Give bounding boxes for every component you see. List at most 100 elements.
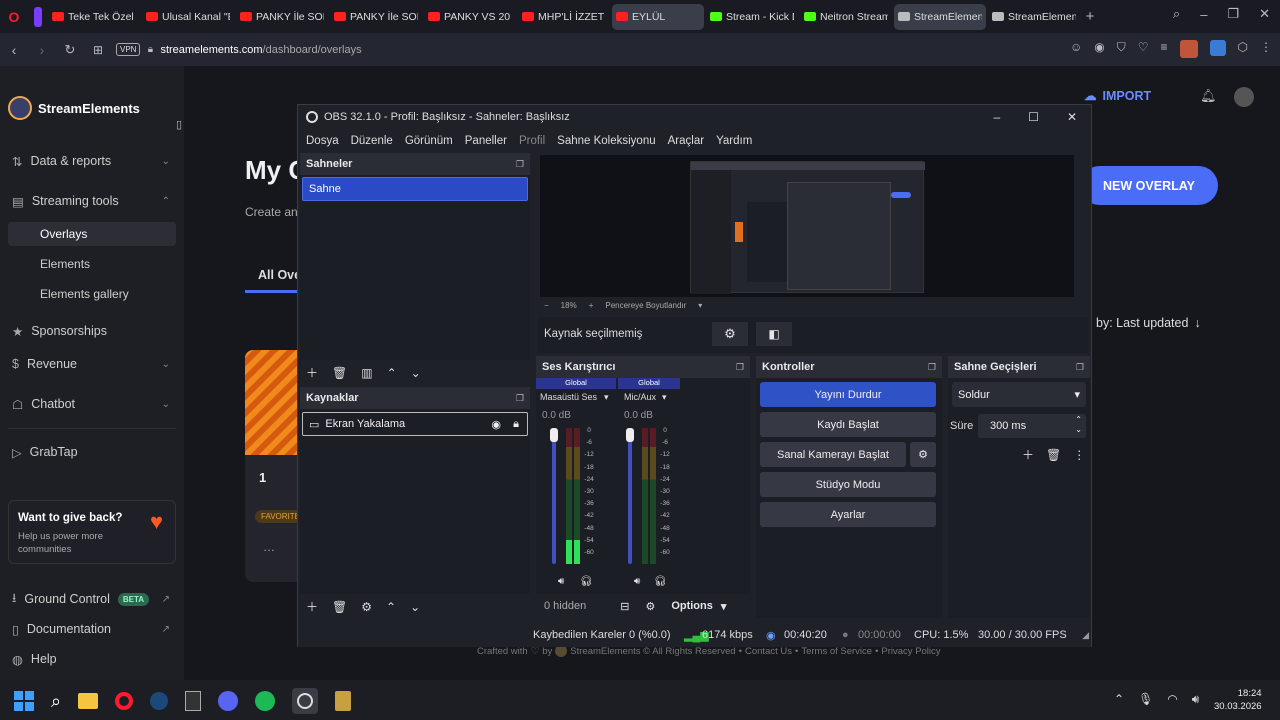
undock-icon[interactable]: ❐	[516, 159, 524, 170]
layout-icon[interactable]: ⊟	[620, 600, 629, 613]
options-dropdown[interactable]: Options ▾	[671, 600, 726, 613]
tabs-grid-icon[interactable]: ⊞	[84, 43, 112, 57]
search-icon[interactable]: ⌕	[51, 691, 61, 712]
more-icon[interactable]: ⋮	[1073, 448, 1085, 462]
headphone-icon[interactable]: 🎧︎	[580, 576, 593, 587]
browser-tab[interactable]: Stream - Kick D	[706, 4, 798, 30]
nav-data-reports[interactable]: ⇅ Data & reports ⌄	[12, 149, 178, 173]
forward-icon[interactable]: ›	[28, 42, 56, 58]
virtual-camera-settings-button[interactable]: ⚙	[910, 442, 936, 467]
overlay-card[interactable]: 1 FAVORITE …	[245, 350, 305, 582]
obs-menu-item[interactable]: Dosya	[306, 135, 339, 147]
spin-up-icon[interactable]: ⌃	[1075, 415, 1082, 424]
obs-taskbar-icon[interactable]	[292, 688, 319, 714]
nav-elements[interactable]: Elements	[8, 252, 176, 276]
zoom-in-icon[interactable]: +	[589, 301, 594, 310]
browser-tab[interactable]: PANKY VS 20 H	[424, 4, 516, 30]
volume-handle[interactable]	[550, 428, 558, 442]
discord-icon[interactable]	[218, 691, 239, 711]
obs-menu-item[interactable]: Paneller	[465, 135, 507, 147]
shield-icon[interactable]: ⛉	[1117, 40, 1126, 58]
profile-avatar[interactable]	[1179, 40, 1198, 58]
down-icon[interactable]: ⌄	[410, 600, 420, 614]
browser-tab[interactable]: Neitron Stream	[800, 4, 892, 30]
search-tabs-icon[interactable]: ⌕	[1173, 6, 1180, 22]
trash-icon[interactable]: 🗑︎	[1046, 448, 1061, 462]
give-back-card[interactable]: Want to give back? Help us power more co…	[8, 500, 176, 564]
source-item[interactable]: ▭ Ekran Yakalama ◉ 🔒︎	[302, 412, 528, 436]
undock-icon[interactable]: ❐	[516, 393, 524, 404]
extensions-icon[interactable]: ⬡	[1238, 40, 1248, 58]
volume-slider[interactable]	[628, 428, 632, 564]
obs-menu-item[interactable]: Araçlar	[668, 135, 704, 147]
browser-tab[interactable]: EYLÜL	[612, 3, 704, 30]
up-icon[interactable]: ⌃	[386, 600, 396, 614]
steam-icon[interactable]	[150, 692, 169, 710]
zoom-out-icon[interactable]: −	[544, 301, 549, 310]
speaker-icon[interactable]: 🔊︎	[558, 576, 564, 587]
nav-documentation[interactable]: ▯ Documentation ↗	[12, 617, 178, 641]
stop-stream-button[interactable]: Yayını Durdur	[760, 382, 936, 407]
fit-to-window[interactable]: Pencereye Boyutlandır	[605, 301, 686, 310]
tray-chevron-icon[interactable]: ⌃	[1114, 692, 1124, 707]
url-field[interactable]: streamelements.com/dashboard/overlays	[160, 44, 361, 56]
add-icon[interactable]: ＋	[306, 364, 318, 381]
emoji-icon[interactable]: ☺	[1070, 40, 1082, 58]
opera-icon[interactable]	[115, 692, 134, 710]
camera-icon[interactable]: ◉	[1094, 40, 1104, 58]
hidden-count[interactable]: 0 hidden	[544, 600, 586, 612]
trash-icon[interactable]: 🗑︎	[332, 600, 347, 614]
nav-ground-control[interactable]: ⭳ Ground Control BETA ↗	[12, 587, 178, 611]
undock-icon[interactable]: ❐	[928, 362, 936, 373]
undock-icon[interactable]: ❐	[736, 362, 744, 373]
wifi-icon[interactable]: ◠	[1167, 692, 1177, 707]
add-icon[interactable]: ＋	[306, 598, 318, 615]
add-icon[interactable]: ＋	[1022, 446, 1034, 463]
nav-help[interactable]: ◍ Help	[12, 647, 178, 671]
headphone-icon[interactable]: 🎧︎	[654, 576, 667, 587]
speaker-icon[interactable]: 🔊︎	[634, 576, 640, 587]
source-filters-button[interactable]: ◧	[756, 322, 792, 346]
microphone-icon[interactable]: 🎙︎	[1138, 692, 1153, 707]
nav-streaming-tools[interactable]: ▤ Streaming tools ⌃	[12, 189, 178, 213]
nav-grabtap[interactable]: ▷ GrabTap	[12, 440, 178, 464]
user-avatar[interactable]	[1234, 87, 1254, 107]
browser-tab[interactable]: MHP'Lİ İZZET	[518, 4, 610, 30]
undock-icon[interactable]: ❐	[1076, 362, 1084, 373]
tab-all-overlays[interactable]: All Ove	[258, 268, 301, 282]
obs-maximize-icon[interactable]: ☐	[1028, 110, 1039, 124]
settings-button[interactable]: Ayarlar	[760, 502, 936, 527]
obs-menu-item[interactable]: Profil	[519, 135, 545, 147]
reload-icon[interactable]: ↻	[56, 42, 84, 58]
bell-icon[interactable]: 🔔︎	[1200, 88, 1217, 104]
restore-icon[interactable]: ❐	[1227, 6, 1239, 22]
nav-chatbot[interactable]: ☖ Chatbot ⌄	[12, 392, 178, 416]
advanced-audio-icon[interactable]: ⚙	[645, 600, 655, 613]
sort-dropdown[interactable]: by: Last updated ↓	[1096, 316, 1201, 330]
browser-tab[interactable]: Ulusal Kanal "E	[142, 4, 234, 30]
volume-slider[interactable]	[552, 428, 556, 564]
menu-icon[interactable]: ≡	[1161, 40, 1168, 58]
eye-icon[interactable]: ◉	[491, 418, 501, 431]
new-tab-icon[interactable]: +	[1080, 7, 1100, 27]
close-icon[interactable]: ✕	[1259, 6, 1270, 22]
footer-privacy-link[interactable]: Privacy Policy	[881, 646, 940, 657]
obs-close-icon[interactable]: ✕	[1067, 110, 1077, 124]
browser-tab[interactable]: PANKY İle SOL	[330, 4, 422, 30]
channel-name-dropdown[interactable]: Mic/Aux ▾	[624, 392, 667, 403]
nav-elements-gallery[interactable]: Elements gallery	[8, 282, 176, 306]
start-icon[interactable]	[14, 691, 34, 711]
workspace-icon[interactable]	[34, 6, 42, 27]
brand-logo[interactable]: StreamElements	[8, 96, 140, 120]
lock-icon[interactable]: 🔒︎	[513, 418, 519, 431]
volume-handle[interactable]	[626, 428, 634, 442]
down-icon[interactable]: ⌄	[411, 366, 421, 380]
browser-tab[interactable]: Teke Tek Özel -	[48, 4, 140, 30]
browser-tab[interactable]: StreamElements - Overla	[894, 3, 986, 30]
volume-icon[interactable]: 🔊︎	[1192, 692, 1200, 707]
new-overlay-button[interactable]: NEW OVERLAY	[1080, 166, 1218, 205]
nav-revenue[interactable]: $ Revenue ⌄	[12, 352, 178, 376]
obs-menu-item[interactable]: Görünüm	[405, 135, 453, 147]
vpn-badge[interactable]: VPN	[116, 43, 141, 56]
obs-menu-item[interactable]: Düzenle	[351, 135, 393, 147]
